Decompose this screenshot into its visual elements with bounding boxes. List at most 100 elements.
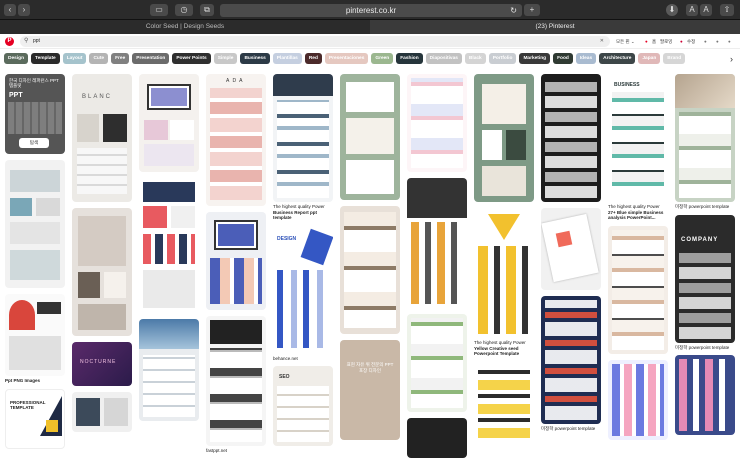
chip-layout[interactable]: Layout <box>62 53 87 64</box>
more-icon[interactable]: ● <box>728 37 731 46</box>
notifications-icon[interactable]: ● <box>716 37 719 46</box>
pin-card[interactable]: NOCTURNE <box>72 342 132 386</box>
pin-column: 표현 자유 위 전문의 PPT 포장 디자인 <box>340 74 400 446</box>
messages-icon[interactable]: ● <box>704 37 707 46</box>
pin-card[interactable] <box>407 314 467 412</box>
search-input[interactable]: ⚲ ppt ✕ <box>20 36 610 47</box>
pin-card[interactable]: A D A <box>206 74 266 206</box>
chip-presentaciones[interactable]: Presentaciones <box>324 53 369 64</box>
chip-architecture[interactable]: Architecture <box>599 53 636 64</box>
pin-card[interactable] <box>139 74 199 172</box>
chip-black[interactable]: Black <box>464 53 486 64</box>
pin-card[interactable] <box>675 355 735 435</box>
chips-next-arrow[interactable]: › <box>730 54 733 64</box>
pin-card[interactable] <box>474 208 534 338</box>
pin-card[interactable] <box>340 206 400 334</box>
pin-card[interactable] <box>675 74 735 202</box>
pin-card[interactable]: BLANC <box>72 74 132 202</box>
download-icon[interactable]: ⬇ <box>666 4 678 16</box>
sidebar-icon[interactable]: ▭ <box>150 4 168 16</box>
history-icon[interactable]: ◷ <box>175 4 193 16</box>
back-button[interactable]: ‹ <box>4 4 16 16</box>
explore-button[interactable]: 탐색 <box>19 138 49 148</box>
pin-card[interactable] <box>474 361 534 442</box>
pin-card[interactable] <box>407 178 467 308</box>
search-value: ppt <box>33 38 40 44</box>
chip-ideas[interactable]: Ideas <box>575 53 597 64</box>
clear-icon[interactable]: ✕ <box>600 36 604 47</box>
new-tab-button[interactable]: + <box>524 4 540 16</box>
notification-dot-icon[interactable]: ● <box>645 37 648 46</box>
pin-card[interactable] <box>541 296 601 424</box>
chip-portfolio[interactable]: Portfolio <box>488 53 517 64</box>
pin-card[interactable] <box>273 74 333 202</box>
pinterest-logo-icon[interactable]: P <box>5 37 14 46</box>
pin-card[interactable] <box>608 359 668 440</box>
pin-card[interactable]: DESIGN <box>273 225 333 354</box>
pin-card[interactable] <box>5 294 65 376</box>
pin-card[interactable] <box>72 392 132 432</box>
chip-power-points[interactable]: Power Points <box>172 53 211 64</box>
chip-marketing[interactable]: Marketing <box>519 53 551 64</box>
pin-card[interactable]: BUSINESS <box>608 74 668 202</box>
nav-home[interactable]: 홈 <box>652 37 656 46</box>
pin-column <box>139 74 199 427</box>
pin-title: PPT <box>9 92 23 99</box>
pin-card[interactable] <box>407 418 467 458</box>
pin-title: DESIGN <box>277 235 297 242</box>
pin-card[interactable] <box>407 74 467 172</box>
pin-column: 미정학 powerpoint template COMPANY 미정학 powe… <box>675 74 735 441</box>
pin-card[interactable] <box>541 208 601 290</box>
chip-food[interactable]: Food <box>553 53 573 64</box>
pin-grid: 한국 디자인 레퍼런스 PPT 템플릿 PPT 탐색 Ppt PNG Image… <box>5 74 740 463</box>
chip-cute[interactable]: Cute <box>89 53 109 64</box>
pin-card[interactable]: SEO <box>273 366 333 446</box>
pin-caption: Ppt PNG Images <box>5 378 41 383</box>
pin-card[interactable] <box>541 74 601 202</box>
address-bar[interactable]: pinterest.co.kr ↻ <box>220 4 522 17</box>
forward-button[interactable]: › <box>18 4 30 16</box>
share-icon[interactable]: ⇧ <box>720 4 734 16</box>
pin-card[interactable] <box>608 225 668 354</box>
nav-following[interactable]: 팔로잉 <box>660 37 672 46</box>
pin-card[interactable]: PROFESSIONAL TEMPLATE <box>5 388 65 449</box>
pin-title: PROFESSIONAL TEMPLATE <box>10 399 46 410</box>
chip-presentation[interactable]: Presentation <box>132 53 170 64</box>
avatar[interactable]: ● <box>680 37 683 46</box>
pin-card[interactable] <box>139 178 199 313</box>
pin-column: 한국 디자인 레퍼런스 PPT 템플릿 PPT 탐색 Ppt PNG Image… <box>5 74 65 455</box>
chip-brand[interactable]: Brand <box>663 53 686 64</box>
tabs-overview-icon[interactable]: ⧉ <box>200 4 214 16</box>
pin-card[interactable] <box>5 160 65 288</box>
pin-card[interactable] <box>474 74 534 202</box>
chip-design[interactable]: Design <box>4 53 28 64</box>
reload-icon[interactable]: ↻ <box>510 4 517 17</box>
chip-red[interactable]: Red <box>304 53 322 64</box>
pin-card[interactable] <box>340 74 400 200</box>
tab-design-seeds[interactable]: Color Seed | Design Seeds <box>0 20 370 34</box>
chip-free[interactable]: Free <box>111 53 130 64</box>
pin-card[interactable] <box>139 319 199 421</box>
pin-card[interactable]: COMPANY <box>675 214 735 343</box>
pin-title: SEO <box>279 374 290 380</box>
chip-diapositivas[interactable]: Diapositivas <box>425 53 462 64</box>
text-larger-icon[interactable]: A <box>700 4 712 16</box>
chip-fashion[interactable]: Fashion <box>396 53 423 64</box>
pin-column: A D A fastppt.net <box>206 74 266 459</box>
chip-plantillas[interactable]: Plantillas <box>272 53 302 64</box>
chip-template[interactable]: Template <box>31 53 60 64</box>
chip-green[interactable]: Green <box>371 53 394 64</box>
pin-card[interactable]: 한국 디자인 레퍼런스 PPT 템플릿 PPT 탐색 <box>5 74 65 154</box>
text-smaller-icon[interactable]: A <box>686 4 698 16</box>
tab-pinterest[interactable]: (23) Pinterest <box>370 20 740 34</box>
pin-card[interactable] <box>72 208 132 336</box>
chip-japan[interactable]: Japan <box>638 53 661 64</box>
pin-card[interactable]: 표현 자유 위 전문의 PPT 포장 디자인 <box>340 340 400 440</box>
pin-card[interactable] <box>206 212 266 310</box>
nav-profile[interactable]: 수정 <box>687 37 695 46</box>
pin-card[interactable] <box>206 316 266 446</box>
filter-dropdown[interactable]: 모든 핀 ⌄ <box>616 37 635 46</box>
chip-business[interactable]: Business <box>240 53 270 64</box>
pin-title: BLANC <box>82 94 113 100</box>
chip-simple[interactable]: Simple <box>213 53 238 64</box>
